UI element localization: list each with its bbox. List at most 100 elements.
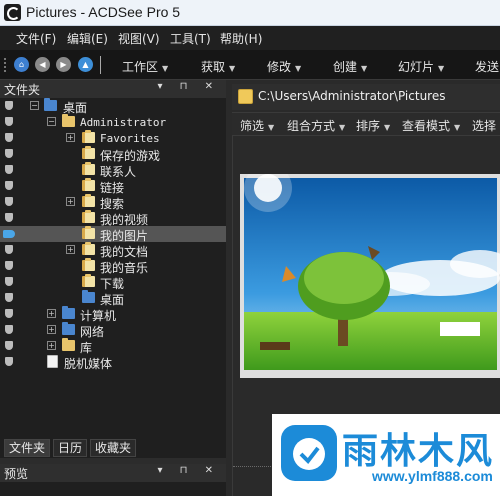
home-button[interactable]: ⌂: [14, 57, 29, 72]
filter-menu[interactable]: 筛选 ▼: [240, 117, 274, 134]
preview-panel-header: 预览 ▾ ⊓ ✕: [0, 464, 226, 482]
path-bar[interactable]: C:\Users\Administrator\Pictures: [232, 84, 500, 110]
up-button[interactable]: ▲: [78, 57, 93, 72]
dropdown-caret-icon: ▼: [454, 123, 461, 132]
tab-calendar[interactable]: 日历: [53, 439, 88, 457]
folder-icon: [82, 162, 95, 175]
sort-menu[interactable]: 排序 ▼: [356, 117, 390, 134]
toolbar-grip[interactable]: [4, 58, 8, 72]
tree-label: Administrator: [80, 116, 167, 129]
slideshow-menu[interactable]: 幻灯片 ▼: [398, 58, 444, 75]
tree-item-offline-media[interactable]: 脱机媒体: [0, 354, 226, 371]
expand-icon[interactable]: +: [66, 197, 75, 206]
collapse-icon[interactable]: −: [30, 101, 39, 110]
pin-icon[interactable]: [5, 325, 13, 334]
expand-icon[interactable]: +: [47, 309, 56, 318]
pin-icon[interactable]: [5, 133, 13, 142]
dropdown-caret-icon: ▼: [162, 64, 169, 73]
toolbar: ⌂ ◀ ▶ ▲ 工作区 ▼ 获取 ▼ 修改 ▼ 创建 ▼ 幻灯片 ▼ 发送: [0, 50, 500, 80]
network-icon: [62, 322, 75, 335]
dropdown-caret-icon: ▼: [268, 123, 275, 132]
tree-item-searches[interactable]: + 搜索: [0, 194, 226, 211]
tree-item-my-music[interactable]: 我的音乐: [0, 258, 226, 275]
panel-pin-close-icons[interactable]: ▾ ⊓ ✕: [157, 81, 220, 92]
pin-icon[interactable]: [5, 165, 13, 174]
tree-item-saved-games[interactable]: 保存的游戏: [0, 146, 226, 163]
pin-icon[interactable]: [5, 197, 13, 206]
tree-item-computer[interactable]: + 计算机: [0, 306, 226, 323]
select-menu[interactable]: 选择: [472, 117, 496, 134]
menu-view[interactable]: 视图(V): [118, 30, 160, 47]
pin-icon[interactable]: [5, 277, 13, 286]
tree-item-my-pictures[interactable]: 我的图片: [0, 226, 226, 243]
watermark: 雨林木风 www.ylmf888.com: [272, 414, 500, 496]
tree-item-library[interactable]: + 库: [0, 338, 226, 355]
left-panel-tabs: 文件夹 日历 收藏夹: [0, 438, 226, 458]
image-thumbnail[interactable]: [240, 174, 500, 378]
tree-item-contacts[interactable]: 联系人: [0, 162, 226, 179]
tree-item-administrator[interactable]: − Administrator: [0, 114, 226, 130]
preview-panel: 预览 ▾ ⊓ ✕: [0, 458, 226, 496]
pin-icon[interactable]: [5, 245, 13, 254]
pin-icon[interactable]: [5, 117, 13, 126]
acquire-menu[interactable]: 获取 ▼: [201, 58, 235, 75]
library-icon: [62, 338, 75, 351]
folder-icon: [82, 130, 95, 143]
dropdown-caret-icon: ▼: [438, 64, 445, 73]
tree-item-links[interactable]: 链接: [0, 178, 226, 195]
tab-folders[interactable]: 文件夹: [4, 439, 51, 457]
pin-icon[interactable]: [5, 261, 13, 270]
pin-icon[interactable]: [5, 181, 13, 190]
pin-icon[interactable]: [5, 213, 13, 222]
expand-icon[interactable]: +: [47, 341, 56, 350]
folder-icon: [82, 226, 95, 239]
tree-item-desktop[interactable]: − 桌面: [0, 98, 226, 115]
tab-favorites[interactable]: 收藏夹: [90, 439, 137, 457]
window-title: Pictures - ACDSee Pro 5: [26, 4, 181, 20]
title-bar: Pictures - ACDSee Pro 5: [0, 0, 500, 26]
pin-active-icon[interactable]: [3, 230, 15, 238]
home-icon: ⌂: [18, 60, 25, 69]
menu-file[interactable]: 文件(F): [16, 30, 56, 47]
expand-icon[interactable]: +: [66, 133, 75, 142]
tree-label: 脱机媒体: [64, 357, 113, 371]
menu-bar: 文件(F) 编辑(E) 视图(V) 工具(T) 帮助(H): [0, 26, 500, 50]
back-button[interactable]: ◀: [35, 57, 50, 72]
send-menu[interactable]: 发送: [475, 58, 499, 75]
tree-item-downloads[interactable]: 下载: [0, 274, 226, 291]
pin-icon[interactable]: [5, 309, 13, 318]
pin-icon[interactable]: [5, 341, 13, 350]
folder-icon: [82, 178, 95, 191]
dropdown-caret-icon: ▼: [361, 64, 368, 73]
tree-label: Favorites: [100, 132, 160, 145]
forward-button[interactable]: ▶: [56, 57, 71, 72]
pin-icon[interactable]: [5, 357, 13, 366]
acdsee-app-icon: [4, 4, 21, 21]
tree-item-network[interactable]: + 网络: [0, 322, 226, 339]
pin-icon[interactable]: [5, 101, 13, 110]
workspace-menu[interactable]: 工作区 ▼: [122, 58, 168, 75]
panel-pin-close-icons[interactable]: ▾ ⊓ ✕: [157, 465, 220, 476]
collapse-icon[interactable]: −: [47, 117, 56, 126]
tree-item-my-videos[interactable]: 我的视频: [0, 210, 226, 227]
folder-panel-title: 文件夹: [4, 83, 41, 97]
pin-icon[interactable]: [5, 293, 13, 302]
tree-item-favorites[interactable]: + Favorites: [0, 130, 226, 146]
menu-tools[interactable]: 工具(T): [170, 30, 211, 47]
pin-icon[interactable]: [5, 149, 13, 158]
watermark-url: www.ylmf888.com: [372, 468, 493, 484]
menu-edit[interactable]: 编辑(E): [67, 30, 108, 47]
create-menu[interactable]: 创建 ▼: [333, 58, 367, 75]
modify-menu[interactable]: 修改 ▼: [267, 58, 301, 75]
user-folder-icon: [62, 114, 75, 127]
tree-item-my-documents[interactable]: + 我的文档: [0, 242, 226, 259]
expand-icon[interactable]: +: [66, 245, 75, 254]
expand-icon[interactable]: +: [47, 325, 56, 334]
folder-icon: [82, 242, 95, 255]
back-arrow-icon: ◀: [39, 60, 46, 69]
group-by-menu[interactable]: 组合方式 ▼: [287, 117, 345, 134]
view-mode-menu[interactable]: 查看模式 ▼: [402, 117, 460, 134]
menu-help[interactable]: 帮助(H): [220, 30, 262, 47]
current-path[interactable]: C:\Users\Administrator\Pictures: [258, 89, 445, 103]
tree-item-desktop-sub[interactable]: 桌面: [0, 290, 226, 307]
